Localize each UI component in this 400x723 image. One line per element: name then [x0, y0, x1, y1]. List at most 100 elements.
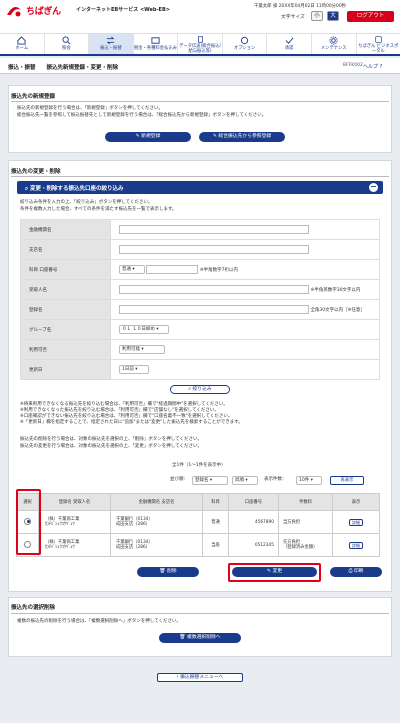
bulk-section-text: 複数の振込先の削除を行う場合は、「複数選択削除へ」ボタンを押してください。 [17, 619, 181, 624]
trash-icon: 🗑 [179, 635, 186, 640]
filter-accordion-header[interactable]: ⌕ 変更・削除する振込先口座の絞り込み − [17, 181, 383, 194]
redisplay-button[interactable]: 再表示 [330, 476, 364, 485]
nav-data[interactable]: データ伝送(総合振込/給与振込等) [178, 34, 223, 54]
table-row[interactable]: （株）千葉商工業 ｶ)ﾁﾊﾞｼｮｳｺｳｷﾞｮｳ 千葉銀行（0134） 成田支店（28… [16, 510, 380, 534]
table-row[interactable]: （株）千葉商工業 ｶ)ﾁﾊﾞｼｮｳｺｳｷﾞｮｳ 千葉銀行（0134） 成田支店（28… [16, 533, 380, 557]
filter-accordion-title: ⌕ 変更・削除する振込先口座の絞り込み [25, 184, 124, 193]
font-small-button[interactable]: 小 [311, 11, 323, 21]
option-icon [240, 36, 249, 45]
usage-select[interactable]: 利用可能 ▾ [119, 345, 165, 354]
result-count: 全1件（1～1件を表示中） [172, 463, 226, 468]
bank-name: ちばぎん [26, 7, 61, 17]
nav-portal[interactable]: ちばぎん ビジネスポータル [357, 34, 400, 54]
filter-intro-1: 絞り込み条件を入力の上、「絞り込み」ボタンを押してください。 [20, 200, 153, 205]
updated-date-select[interactable]: 1日前 ▾ [119, 365, 149, 374]
row-detail-button[interactable]: 詳細 [349, 541, 363, 549]
help-link[interactable]: ヘルプ ? [363, 63, 382, 70]
account-type-value: 普通 [122, 267, 131, 272]
nav-transfer-label: 振込・振替 [100, 46, 122, 51]
nav-approve[interactable]: 承認 [267, 34, 312, 54]
sort-order-select[interactable]: 登録名 ▾ [192, 476, 228, 485]
list-intro-2: 振込先の変更を行う場合は、対象の振込先を選択の上、「変更」ボタンを押してください… [20, 444, 202, 449]
page-title: 振込・振替 振込先新規登録・変更・削除 [8, 65, 119, 71]
bank-logo-icon [7, 6, 21, 17]
pencil-icon: ✎ [135, 134, 140, 139]
tax-icon [151, 37, 160, 44]
new-registration-button[interactable]: ✎ 新規登録 [105, 132, 191, 142]
print-button[interactable]: ⎙ 印刷 [330, 567, 382, 577]
bank-name-input[interactable] [119, 225, 309, 234]
account-type-select[interactable]: 普通 ▾ [119, 265, 145, 274]
row-account-type: 当座 [202, 533, 229, 557]
group-value: ０１ １０日締め [122, 327, 155, 332]
bulk-section-title: 振込先の選択削除 [11, 605, 56, 611]
filter-accordion-label: 変更・削除する振込先口座の絞り込み [30, 186, 124, 192]
breadcrumb: 振込・振替 振込先新規登録・変更・削除 BFFK002 ヘルプ ? [0, 58, 400, 74]
usage-value: 利用可能 [122, 347, 140, 352]
delete-label: 削除 [167, 569, 177, 574]
payee-input[interactable] [119, 285, 309, 294]
new-registration-card [8, 85, 392, 153]
nav-data-label: データ伝送(総合振込/給与振込等) [179, 44, 221, 54]
screen-id: BFFK002 [343, 63, 363, 68]
account-number-input[interactable] [146, 265, 199, 274]
group-select[interactable]: ０１ １０日締め ▾ [119, 325, 169, 334]
nav-inquiry[interactable]: 照会 [45, 34, 90, 54]
font-large-button[interactable]: 大 [327, 11, 339, 21]
account-label: 科目 口座番号 [20, 259, 111, 280]
reference-registration-button[interactable]: ✎ 総合振込先から参照登録 [199, 132, 285, 142]
row-account-number: 4567890 [228, 510, 279, 534]
transfer-icon [107, 36, 115, 45]
change-button[interactable]: ✎ 変更 [232, 567, 317, 577]
per-page-label: 表示件数： [264, 477, 287, 482]
print-label: 印刷 [353, 569, 364, 574]
sort-direction-select[interactable]: 昇順 ▾ [232, 476, 258, 485]
nav-transfer[interactable]: 振込・振替 [89, 34, 134, 54]
pencil-icon: ✎ [266, 569, 271, 574]
row-account-type: 普通 [202, 510, 229, 534]
branch-name-label: 支店名 [20, 239, 111, 260]
back-to-menu-button[interactable]: ‹ 振込振替メニューへ [157, 673, 243, 682]
account-hint: ※半角数字7桁以内 [199, 268, 239, 273]
sort-direction-value: 昇順 [235, 478, 244, 483]
search-icon: ⌕ [188, 387, 191, 392]
filter-intro-2: 条件を複数入力した場合、すべての条件を満たす振込先を一覧で表示します。 [20, 207, 177, 212]
row-detail-button[interactable]: 詳細 [349, 518, 363, 526]
search-icon: ⌕ [25, 186, 29, 192]
nav-tax[interactable]: 税金・各種料金払込み [134, 34, 179, 54]
updated-date-label: 更新日 [20, 359, 111, 380]
updated-date-value: 1日前 [122, 367, 134, 372]
registered-name-hint: 全角30文字以内［※任意］ [310, 308, 365, 313]
per-page-select[interactable]: 10件 ▾ [296, 476, 322, 485]
col-registered-name: 登録名 受取人名 [38, 493, 111, 511]
registered-name-input[interactable] [119, 305, 309, 314]
collapse-icon[interactable]: − [369, 183, 378, 192]
bulk-delete-button[interactable]: 🗑 複数選択削除へ [159, 633, 241, 643]
registered-name-label: 登録名 [20, 299, 111, 320]
font-size-label: 文字サイズ [281, 15, 305, 20]
pencil-icon: ✎ [212, 134, 217, 139]
table-header-row: 選択 登録名 受取人名 金融機関名 支店名 科目 口座番号 手数料 表示 [16, 493, 380, 511]
nav-home[interactable]: ホーム [0, 34, 45, 54]
nav-option[interactable]: オプション [223, 34, 268, 54]
row-fee: 当方負担 [283, 519, 301, 525]
portal-icon [375, 36, 382, 43]
divider [11, 613, 389, 614]
new-section-text-2: 総合振込先一覧を参照して振込振替先として新規登録を行う場合は、「総合振込先から新… [17, 113, 267, 118]
row-branch: 成田支店（286） [116, 545, 150, 550]
bulk-delete-card [8, 597, 392, 657]
delete-button[interactable]: 🗑 削除 [137, 567, 199, 577]
branch-name-input[interactable] [119, 245, 309, 254]
user-info: 千葉太郎 様 20XX年04月02日 11時00分00秒 [254, 3, 346, 9]
col-account: 口座番号 [228, 493, 279, 511]
divider [11, 176, 389, 177]
filter-button[interactable]: ⌕ 絞り込み [170, 385, 230, 394]
global-nav: ホーム 照会 振込・振替 税金・各種料金払込み データ伝送(総合振込/給与振込等… [0, 33, 400, 56]
nav-option-label: オプション [233, 46, 256, 51]
logout-button[interactable]: ログアウト [347, 11, 394, 22]
sort-order-value: 登録名 [195, 478, 209, 483]
search-icon [62, 36, 71, 45]
row-branch: 成田支店（286） [116, 522, 150, 527]
approve-icon [285, 37, 294, 44]
nav-maintenance[interactable]: メンテナンス [312, 34, 357, 54]
